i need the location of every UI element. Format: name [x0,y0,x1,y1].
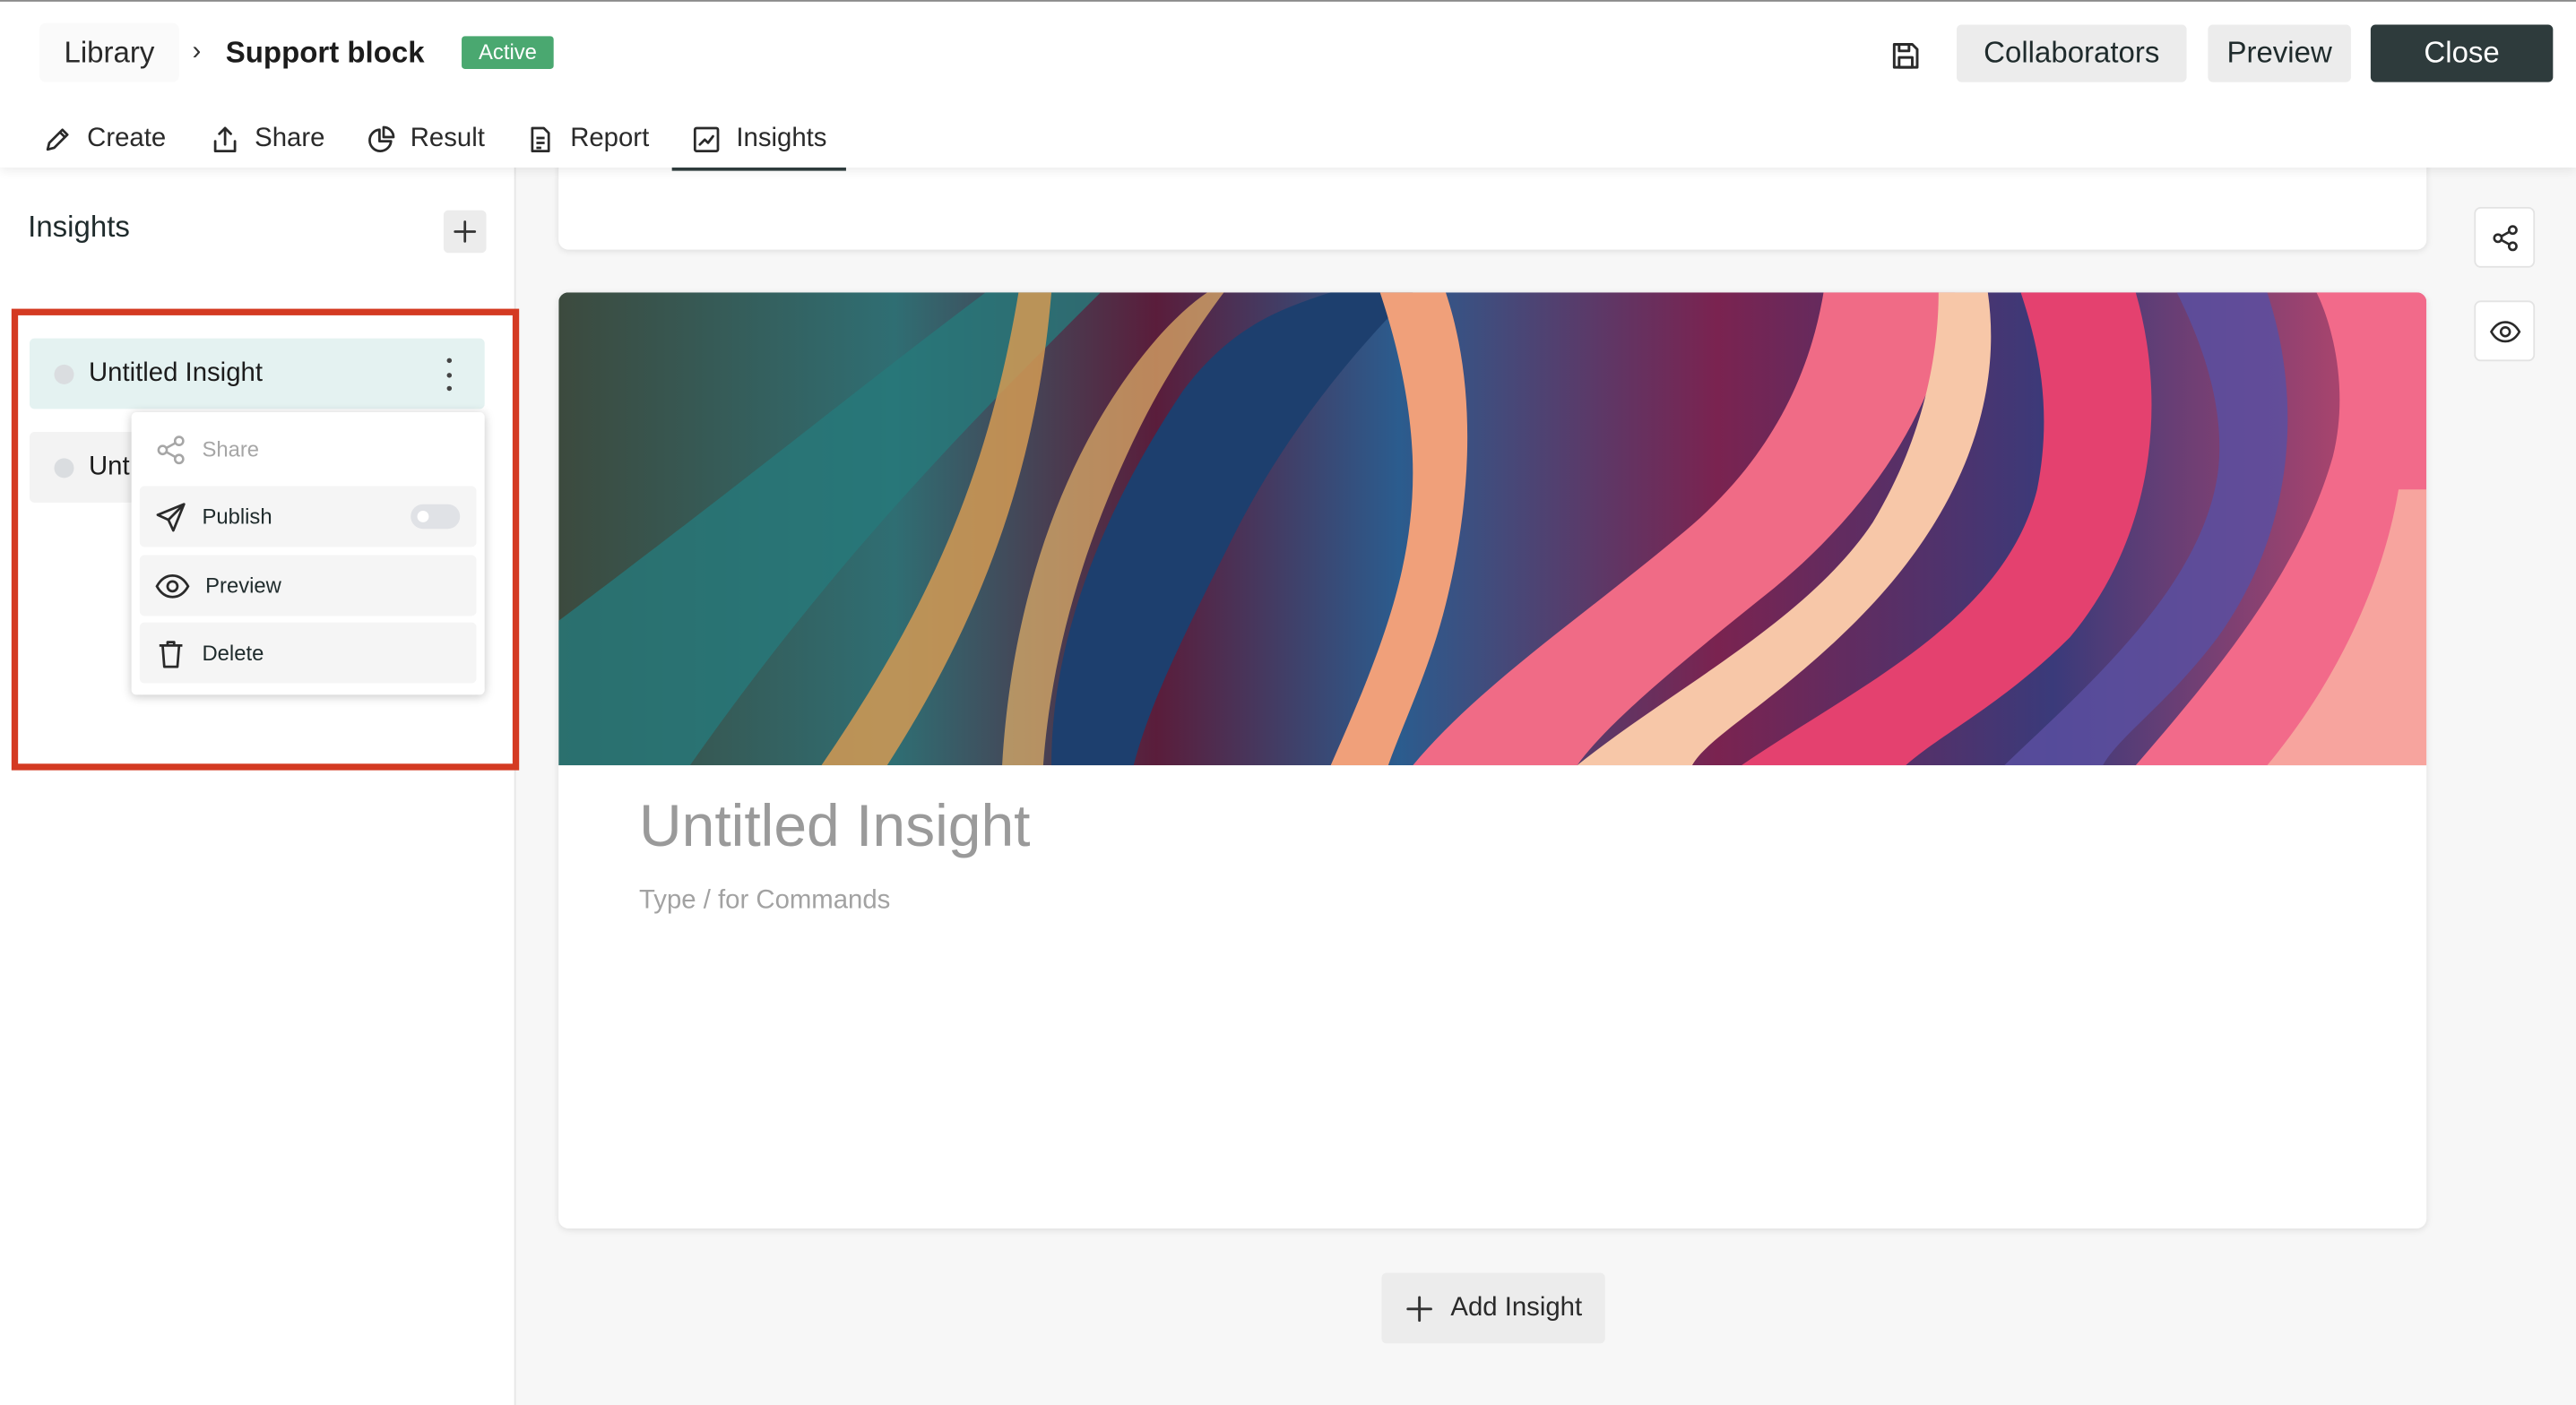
add-insight-button[interactable]: Add Insight [1381,1272,1605,1344]
tab-result-label: Result [410,125,485,153]
tab-result[interactable]: Result [346,110,505,169]
status-dot [54,363,74,384]
menu-item-preview-label: Preview [205,573,281,599]
plus-icon [454,220,477,243]
tab-create[interactable]: Create [23,110,186,169]
trash-icon [159,640,183,668]
add-insight-small-button[interactable] [443,210,487,254]
line-chart-icon [694,126,720,153]
close-button[interactable]: Close [2370,24,2554,82]
top-header: Library › Support block Active Collabora… [0,0,2576,171]
breadcrumb-separator: › [192,38,202,66]
tab-share[interactable]: Share [191,110,345,169]
sidebar-item-label: Unt [88,452,130,481]
insight-context-menu: Share Publish Preview Delete [131,412,485,695]
breadcrumb: Library › Support block Active [39,22,554,82]
preview-side-button[interactable] [2474,300,2536,362]
upload-icon [213,126,237,153]
sidebar-item-insight[interactable]: Untitled Insight [29,338,485,409]
share-icon [2492,224,2517,251]
tab-bar: Create Share Result Report Insights [23,110,847,171]
preview-button[interactable]: Preview [2208,24,2351,82]
add-insight-label: Add Insight [1450,1293,1583,1322]
pie-chart-icon [367,125,394,152]
publish-toggle[interactable] [411,504,461,530]
save-button[interactable] [1884,34,1927,77]
document-icon [531,126,550,153]
floppy-disk-icon [1892,43,1919,69]
collaborators-button[interactable]: Collaborators [1956,24,2187,82]
tab-share-label: Share [255,125,325,153]
eye-icon [2489,320,2520,342]
more-options-icon[interactable] [436,358,462,392]
send-icon [156,502,186,531]
eye-icon [155,573,190,598]
page-title: Support block [225,35,425,69]
plus-icon [1406,1295,1432,1322]
menu-item-preview[interactable]: Preview [139,555,477,616]
menu-item-publish-label: Publish [202,504,272,530]
tab-insights[interactable]: Insights [671,110,847,171]
status-badge: Active [462,36,554,69]
insight-title-input[interactable]: Untitled Insight [639,791,1030,860]
breadcrumb-library-link[interactable]: Library [39,22,179,82]
insights-sidebar: Insights Untitled Insight Unt Share Publ… [0,167,520,1405]
share-side-button[interactable] [2474,206,2536,268]
tab-insights-label: Insights [736,125,827,153]
menu-item-delete-label: Delete [202,640,264,666]
tab-report-label: Report [570,125,650,153]
insight-card: Untitled Insight Type / for Commands [558,292,2427,1229]
tab-report[interactable]: Report [506,110,670,169]
menu-item-share[interactable]: Share [140,418,477,479]
sidebar-title: Insights [28,210,130,244]
sidebar-item-label: Untitled Insight [88,358,263,387]
status-dot [54,457,74,478]
cover-image[interactable] [558,292,2427,766]
tab-create-label: Create [87,125,167,153]
pencil-icon [46,128,69,151]
menu-item-share-label: Share [202,436,260,462]
share-icon [157,435,185,464]
menu-item-delete[interactable]: Delete [139,622,477,684]
menu-item-publish[interactable]: Publish [139,486,477,547]
insight-body-editor[interactable]: Type / for Commands [639,887,890,917]
